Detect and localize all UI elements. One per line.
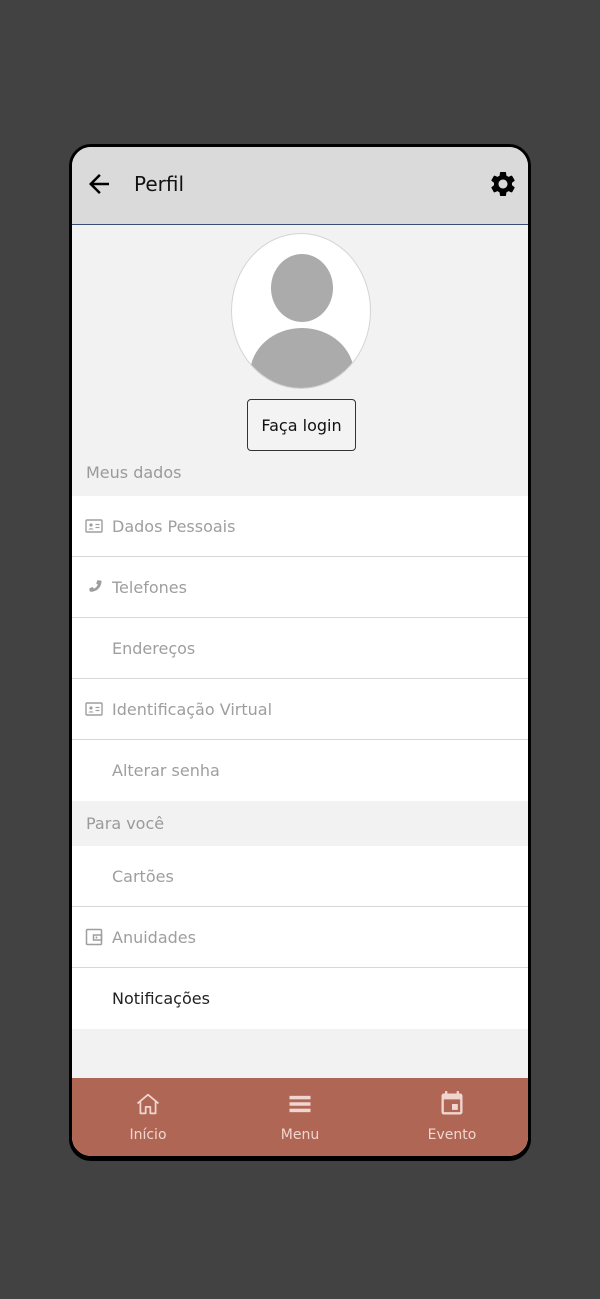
list-item-label: Identificação Virtual — [112, 699, 273, 719]
nav-item-label: Evento — [427, 1127, 477, 1143]
wallet-icon — [85, 928, 103, 946]
settings-button[interactable] — [488, 169, 518, 199]
list-item-label: Dados Pessoais — [112, 516, 236, 536]
phone-frame: Perfil Faça login Meus dados Dados Pesso… — [69, 144, 531, 1159]
list-item-label: Notificações — [112, 989, 210, 1008]
list-item-anuidades[interactable]: Anuidades — [72, 907, 528, 968]
list-item-notificacoes[interactable]: Notificações — [72, 968, 528, 1029]
app-header: Perfil — [72, 147, 528, 225]
list-item-dados-pessoais[interactable]: Dados Pessoais — [72, 496, 528, 557]
arrow-left-icon — [89, 174, 109, 194]
user-silhouette-icon — [250, 254, 354, 388]
list-item-label: Anuidades — [112, 927, 196, 947]
list-item-identificacao-virtual[interactable]: Identificação Virtual — [72, 679, 528, 740]
avatar — [231, 233, 371, 389]
back-button[interactable] — [84, 169, 114, 199]
list-item-enderecos[interactable]: Endereços — [72, 618, 528, 679]
list-item-alterar-senha[interactable]: Alterar senha — [72, 740, 528, 801]
id-card-icon — [85, 519, 103, 533]
phone-icon — [89, 580, 102, 592]
nav-item-evento[interactable]: Evento — [376, 1078, 528, 1156]
list-item-label: Alterar senha — [112, 761, 220, 780]
section-label-meus-dados: Meus dados — [86, 463, 182, 482]
nav-item-menu[interactable]: Menu — [224, 1078, 376, 1156]
menu-icon — [289, 1095, 311, 1113]
calendar-icon — [441, 1091, 463, 1115]
id-card-icon — [85, 702, 103, 716]
list-para-voce: Cartões Anuidades Notificações — [72, 846, 528, 1029]
page-title: Perfil — [134, 172, 185, 196]
list-item-cartoes[interactable]: Cartões — [72, 846, 528, 907]
nav-item-inicio[interactable]: Início — [72, 1078, 224, 1156]
list-meus-dados: Dados Pessoais Telefones Endereços Ident… — [72, 496, 528, 801]
list-item-label: Cartões — [112, 866, 174, 886]
home-icon — [136, 1093, 160, 1115]
gear-icon — [491, 172, 515, 196]
nav-item-label: Menu — [280, 1127, 320, 1143]
login-button[interactable]: Faça login — [247, 399, 356, 451]
list-item-label: Endereços — [112, 638, 196, 658]
section-label-para-voce: Para você — [86, 814, 165, 833]
bottom-nav: Início Menu Evento — [72, 1078, 528, 1156]
list-item-label: Telefones — [112, 577, 187, 597]
nav-item-label: Início — [129, 1127, 167, 1143]
list-item-telefones[interactable]: Telefones — [72, 557, 528, 618]
